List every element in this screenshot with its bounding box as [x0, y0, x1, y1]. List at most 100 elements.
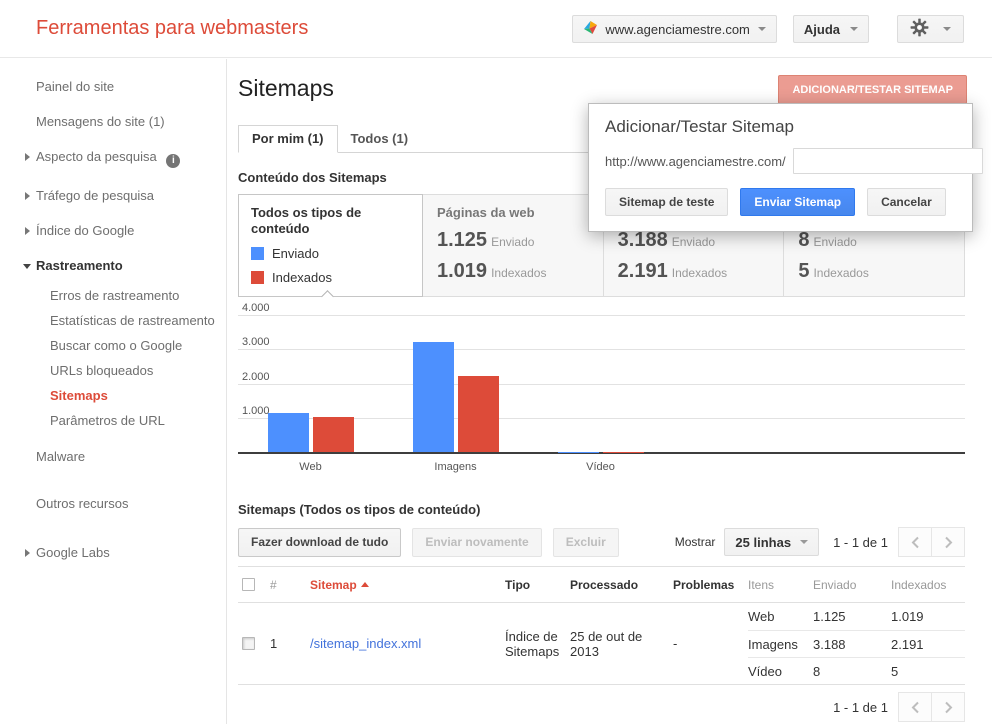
- legend-item-enviado: Enviado: [251, 246, 410, 261]
- sidebar-item-trafego-de-pesquisa[interactable]: Tráfego de pesquisa: [0, 178, 226, 213]
- item-name: Imagens: [748, 637, 813, 652]
- sidebar-item-sitemaps-active[interactable]: Sitemaps: [0, 383, 226, 408]
- y-axis-tick-label: 4.000: [242, 302, 270, 314]
- sidebar-item-label: Buscar como o Google: [50, 338, 182, 353]
- item-name: Vídeo: [748, 664, 813, 679]
- row-problemas: -: [673, 636, 748, 651]
- sort-ascending-icon: [361, 582, 369, 587]
- sidebar-item-outros-recursos[interactable]: Outros recursos: [0, 486, 226, 521]
- prev-page-button[interactable]: [898, 527, 932, 557]
- next-page-button[interactable]: [931, 692, 965, 722]
- test-sitemap-button[interactable]: Sitemap de teste: [605, 188, 728, 216]
- sidebar-item-painel-do-site[interactable]: Painel do site: [0, 69, 226, 104]
- help-dropdown[interactable]: Ajuda: [793, 15, 869, 43]
- row-items-subtable: Web 1.125 1.019 Imagens 3.188 2.191 Víde…: [748, 603, 965, 684]
- indexed-label: Indexados: [491, 266, 546, 280]
- chart-bar-indexados-web: [313, 417, 354, 452]
- tab-por-mim[interactable]: Por mim (1): [238, 125, 338, 153]
- cancel-button[interactable]: Cancelar: [867, 188, 946, 216]
- sidebar-item-aspecto-da-pesquisa[interactable]: Aspecto da pesquisa i: [0, 139, 226, 178]
- chevron-left-icon: [911, 536, 920, 549]
- add-test-sitemap-button[interactable]: ADICIONAR/TESTAR SITEMAP: [778, 75, 967, 104]
- y-axis-tick-label: 1.000: [242, 405, 270, 417]
- indexed-count: 5: [798, 260, 809, 282]
- sitemap-path-input[interactable]: [793, 148, 983, 174]
- sitemap-link[interactable]: /sitemap_index.xml: [310, 636, 421, 651]
- sidebar-navigation: Painel do site Mensagens do site (1) Asp…: [0, 59, 227, 724]
- sent-label: Enviado: [672, 235, 715, 249]
- header-processado[interactable]: Processado: [570, 578, 673, 592]
- settings-dropdown[interactable]: [897, 15, 964, 43]
- sidebar-item-rastreamento[interactable]: Rastreamento: [0, 248, 226, 283]
- table-footer: 1 - 1 de 1: [238, 692, 965, 722]
- sidebar-item-estatisticas-de-rastreamento[interactable]: Estatísticas de rastreamento: [0, 308, 226, 333]
- chevron-down-icon: [943, 27, 951, 31]
- sidebar-item-buscar-como-o-google[interactable]: Buscar como o Google: [0, 333, 226, 358]
- chart-bar-enviado-web: [268, 413, 309, 452]
- sidebar-item-label: Aspecto da pesquisa: [36, 149, 157, 164]
- sent-count: 3.188: [618, 229, 668, 251]
- sidebar-item-label: URLs bloqueados: [50, 363, 153, 378]
- header-problemas[interactable]: Problemas: [673, 578, 748, 592]
- sidebar-item-mensagens-do-site[interactable]: Mensagens do site (1): [0, 104, 226, 139]
- row-checkbox[interactable]: [242, 637, 255, 650]
- content-type-web[interactable]: Páginas da web 1.125Enviado 1.019Indexad…: [423, 195, 603, 296]
- item-indexados: 5: [891, 664, 965, 679]
- sidebar-item-erros-de-rastreamento[interactable]: Erros de rastreamento: [0, 283, 226, 308]
- site-selector-label: www.agenciamestre.com: [605, 22, 750, 37]
- table-header-row: # Sitemap Tipo Processado Problemas Iten…: [238, 567, 965, 603]
- header-sitemap-sorted[interactable]: Sitemap: [310, 578, 505, 592]
- sidebar-item-label: Mensagens do site (1): [36, 114, 165, 129]
- y-axis-tick-label: 3.000: [242, 336, 270, 348]
- chevron-right-icon: [944, 701, 953, 714]
- url-prefix-label: http://www.agenciamestre.com/: [605, 154, 786, 169]
- sidebar-item-urls-bloqueados[interactable]: URLs bloqueados: [0, 358, 226, 383]
- header-enviado[interactable]: Enviado: [813, 578, 891, 592]
- chevron-right-icon: [944, 536, 953, 549]
- select-all-checkbox[interactable]: [242, 578, 255, 591]
- content-type-selector-all[interactable]: Todos os tipos de conteúdo Enviado Index…: [238, 194, 423, 297]
- y-axis-tick-label: 2.000: [242, 371, 270, 383]
- prev-page-button[interactable]: [898, 692, 932, 722]
- page-size-dropdown[interactable]: 25 linhas: [724, 528, 819, 556]
- expand-arrow-icon: [25, 227, 30, 235]
- resend-button[interactable]: Enviar novamente: [412, 528, 541, 557]
- expand-arrow-icon: [25, 192, 30, 200]
- pagination-controls: [898, 692, 965, 722]
- site-favicon-icon: [583, 20, 598, 38]
- legend-swatch-enviado: [251, 247, 264, 260]
- header-indexados[interactable]: Indexados: [891, 578, 965, 592]
- table-row: 1 /sitemap_index.xml Índice de Sitemaps …: [238, 603, 965, 685]
- sidebar-item-malware[interactable]: Malware: [0, 439, 226, 474]
- header-itens[interactable]: Itens: [748, 578, 813, 592]
- sidebar-item-google-labs[interactable]: Google Labs: [0, 535, 226, 570]
- legend-label: Indexados: [272, 270, 332, 285]
- sidebar-item-label: Parâmetros de URL: [50, 413, 165, 428]
- chevron-down-icon: [850, 27, 858, 31]
- next-page-button[interactable]: [931, 527, 965, 557]
- chevron-down-icon: [800, 540, 808, 544]
- tab-todos[interactable]: Todos (1): [338, 126, 422, 152]
- sidebar-item-indice-do-google[interactable]: Índice do Google: [0, 213, 226, 248]
- header-controls: www.agenciamestre.com Ajuda: [572, 15, 964, 43]
- header-num: #: [270, 578, 310, 592]
- sent-count: 8: [798, 229, 809, 251]
- pagination-range: 1 - 1 de 1: [833, 700, 888, 715]
- sidebar-item-parametros-de-url[interactable]: Parâmetros de URL: [0, 408, 226, 433]
- site-selector-dropdown[interactable]: www.agenciamestre.com: [572, 15, 777, 43]
- x-axis-category-label: Imagens: [416, 461, 496, 473]
- collapse-arrow-icon: [23, 264, 31, 269]
- header-tipo[interactable]: Tipo: [505, 578, 570, 592]
- chevron-left-icon: [911, 701, 920, 714]
- show-label: Mostrar: [675, 535, 716, 549]
- delete-button[interactable]: Excluir: [553, 528, 619, 557]
- help-label: Ajuda: [804, 22, 840, 37]
- sidebar-item-label: Índice do Google: [36, 223, 134, 238]
- sidebar-item-label: Outros recursos: [36, 496, 128, 511]
- info-icon[interactable]: i: [166, 154, 180, 168]
- submit-sitemap-button[interactable]: Enviar Sitemap: [740, 188, 855, 216]
- column-title: Páginas da web: [437, 205, 589, 221]
- download-all-button[interactable]: Fazer download de tudo: [238, 528, 401, 557]
- row-tipo: Índice de Sitemaps: [505, 629, 570, 659]
- indexed-label: Indexados: [672, 266, 727, 280]
